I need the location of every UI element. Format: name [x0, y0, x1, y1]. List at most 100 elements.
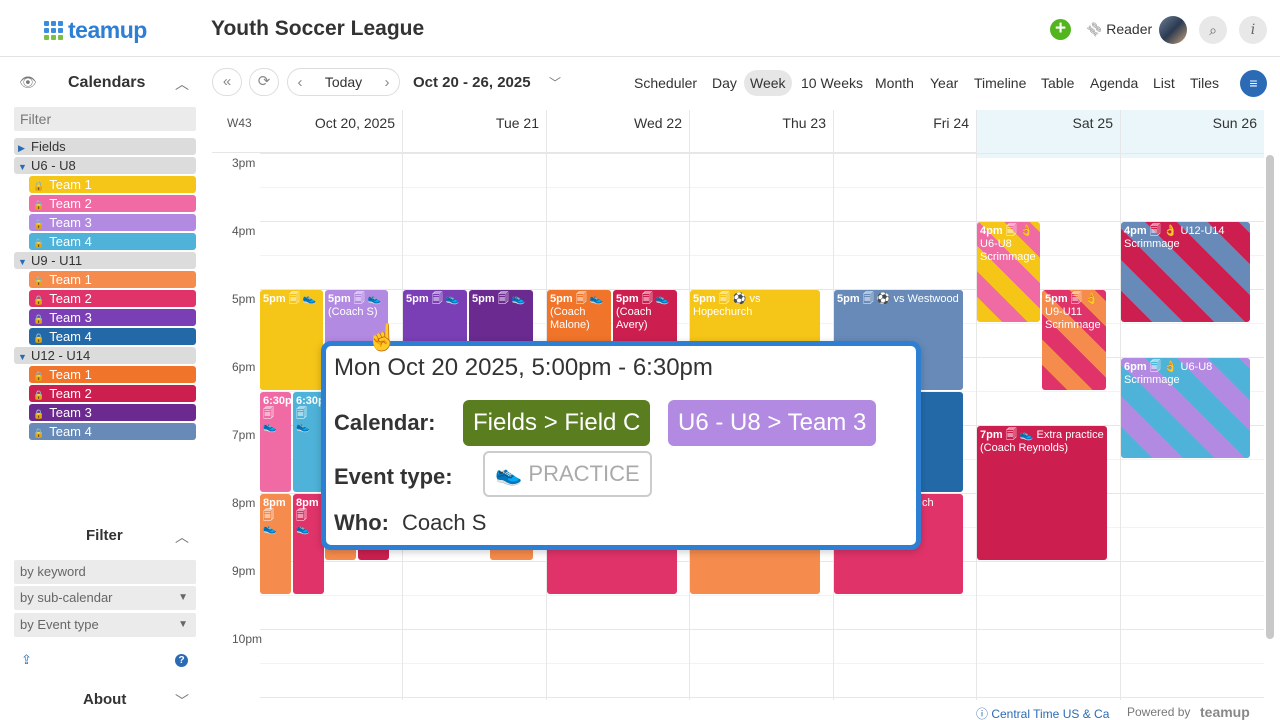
prev-button[interactable]: ‹	[288, 74, 312, 91]
event-card[interactable]: 6:30p 🗐 👟	[293, 392, 324, 492]
about-header[interactable]: About ﹀	[19, 691, 199, 711]
day-header-tue[interactable]: Tue 21	[402, 110, 546, 153]
tab-day[interactable]: Day	[706, 70, 743, 96]
event-datetime: Mon Oct 20 2025, 5:00pm - 6:30pm	[334, 354, 713, 381]
event-card[interactable]: 4pm 🗐 👌 U12-U14 Scrimmage	[1121, 222, 1250, 322]
day-header-mon[interactable]: Oct 20, 2025	[260, 110, 402, 153]
search-button[interactable]: ⌕	[1199, 16, 1227, 44]
event-card[interactable]: 8pm 🗐 👟	[260, 494, 291, 594]
access-level-link[interactable]: ⛓ Reader	[1084, 19, 1152, 40]
date-range-picker[interactable]: Oct 20 - 26, 2025	[413, 74, 531, 91]
group-u6-u8[interactable]: ▼ U6 - U8	[14, 157, 196, 174]
tab-tiles[interactable]: Tiles	[1184, 70, 1225, 96]
subcal-u9-team2[interactable]: 🔒 Team 2	[29, 290, 196, 307]
lock-icon: 🔒	[33, 276, 45, 286]
event-card[interactable]: 4pm 🗐 👌 U6-U8 Scrimmage	[977, 222, 1040, 322]
subcal-u6-team4[interactable]: 🔒 Team 4	[29, 233, 196, 250]
timezone-link[interactable]: ⓘ Central Time US & Ca	[976, 705, 1109, 720]
collapse-triangle-icon[interactable]: ▼	[18, 254, 31, 271]
day-header-thu[interactable]: Thu 23	[689, 110, 833, 153]
date-nav-group: ‹ Today ›	[287, 68, 400, 96]
day-header-sun[interactable]: Sun 26	[1120, 110, 1264, 153]
day-header-wed[interactable]: Wed 22	[546, 110, 689, 153]
event-card[interactable]: 5pm 🗐 👌 U9-U11 Scrimmage	[1042, 290, 1106, 390]
eventtype-filter-select[interactable]: by Event type ▼	[14, 613, 196, 637]
share-icon[interactable]: ⇪	[21, 652, 32, 668]
tab-agenda[interactable]: Agenda	[1084, 70, 1144, 96]
lock-icon: 🔒	[33, 181, 45, 191]
tab-week[interactable]: Week	[744, 70, 792, 96]
tab-list[interactable]: List	[1147, 70, 1181, 96]
keyword-filter-input[interactable]: by keyword	[14, 560, 196, 584]
tab-timeline[interactable]: Timeline	[968, 70, 1032, 96]
day-header-sat[interactable]: Sat 25	[976, 110, 1120, 153]
event-card[interactable]: 5pm 🗐 👟	[260, 290, 323, 390]
collapse-triangle-icon[interactable]: ▼	[18, 159, 31, 176]
day-header-fri[interactable]: Fri 24	[833, 110, 976, 153]
filter-header[interactable]: Filter ︿	[19, 527, 199, 547]
event-icons: 🗐 👟	[296, 408, 310, 433]
subcal-u12-team3[interactable]: 🔒 Team 3	[29, 404, 196, 421]
lock-icon: 🔒	[33, 371, 45, 381]
help-icon[interactable]: ?	[175, 654, 188, 667]
jump-back-button[interactable]: «	[212, 68, 242, 96]
subcal-u12-team2[interactable]: 🔒 Team 2	[29, 385, 196, 402]
event-time: 5pm	[1045, 293, 1068, 305]
tab-month[interactable]: Month	[869, 70, 920, 96]
subcal-u9-team3[interactable]: 🔒 Team 3	[29, 309, 196, 326]
teamup-logo[interactable]: teamup	[44, 17, 147, 44]
collapse-triangle-icon[interactable]: ▼	[18, 349, 31, 366]
expand-triangle-icon[interactable]: ▶	[18, 140, 31, 157]
subcalendar-filter-select[interactable]: by sub-calendar ▼	[14, 586, 196, 610]
event-card[interactable]: 6:30p 🗐 👟	[260, 392, 291, 492]
event-title: (Coach S)	[328, 306, 378, 318]
info-icon: i	[1250, 22, 1256, 38]
hour-label: 4pm	[232, 224, 256, 238]
who-label: Who:	[334, 510, 389, 535]
event-icons: 🗐 👌	[1149, 225, 1178, 237]
subcal-u6-team2[interactable]: 🔒 Team 2	[29, 195, 196, 212]
group-u12-u14[interactable]: ▼ U12 - U14	[14, 347, 196, 364]
refresh-button[interactable]: ⟳	[249, 68, 279, 96]
chevron-down-icon[interactable]: ﹀	[175, 691, 189, 711]
tab-table[interactable]: Table	[1035, 70, 1080, 96]
chevron-up-icon[interactable]: ︿	[175, 74, 189, 94]
subcal-u6-team3[interactable]: 🔒 Team 3	[29, 214, 196, 231]
event-card[interactable]: 6pm 🗐 👌 U6-U8 Scrimmage	[1121, 358, 1250, 458]
subcal-u12-team4[interactable]: 🔒 Team 4	[29, 423, 196, 440]
today-button[interactable]: Today	[312, 74, 375, 90]
hour-label: 3pm	[232, 156, 256, 170]
tab-year[interactable]: Year	[924, 70, 964, 96]
subcal-u6-team1[interactable]: 🔒 Team 1	[29, 176, 196, 193]
user-avatar[interactable]	[1159, 16, 1187, 44]
info-button[interactable]: i	[1239, 16, 1267, 44]
event-card[interactable]: 7pm 🗐 👟 Extra practice (Coach Reynolds)	[977, 426, 1107, 560]
tab-10-weeks[interactable]: 10 Weeks	[795, 70, 869, 96]
event-icons: 🗐 👟	[641, 293, 670, 305]
eye-icon[interactable]: 👁	[19, 74, 37, 91]
grid-scrollbar[interactable]	[1266, 155, 1274, 639]
footer-logo[interactable]: teamup	[1200, 704, 1250, 720]
tab-scheduler[interactable]: Scheduler	[628, 70, 703, 96]
subcal-label: Team 1	[49, 367, 92, 382]
event-card[interactable]: 8pm 🗐 👟	[293, 494, 324, 594]
chevron-down-icon[interactable]: ﹀	[549, 74, 561, 91]
subcal-u12-team1[interactable]: 🔒 Team 1	[29, 366, 196, 383]
menu-button[interactable]: ≡	[1240, 70, 1267, 97]
group-fields[interactable]: ▶ Fields	[14, 138, 196, 155]
add-event-button[interactable]: +	[1050, 19, 1071, 40]
filter-title: Filter	[86, 527, 123, 544]
next-button[interactable]: ›	[375, 74, 399, 91]
subcalendar-filter-label: by sub-calendar	[20, 590, 113, 605]
event-title: (Coach Avery)	[616, 306, 652, 331]
chevron-down-icon: ▼	[178, 619, 188, 630]
event-icons: 🗐 👟	[1005, 429, 1034, 441]
group-u9-u11[interactable]: ▼ U9 - U11	[14, 252, 196, 269]
subcal-u9-team4[interactable]: 🔒 Team 4	[29, 328, 196, 345]
calendar-filter-input[interactable]	[14, 107, 196, 131]
calendar-toolbar: « ⟳ ‹ Today › Oct 20 - 26, 2025 ﹀ Schedu…	[210, 58, 1280, 110]
subcal-u9-team1[interactable]: 🔒 Team 1	[29, 271, 196, 288]
chevron-up-icon[interactable]: ︿	[175, 527, 189, 547]
calendars-header[interactable]: 👁 Calendars ︿	[19, 74, 199, 94]
subcal-label: Team 4	[49, 424, 92, 439]
